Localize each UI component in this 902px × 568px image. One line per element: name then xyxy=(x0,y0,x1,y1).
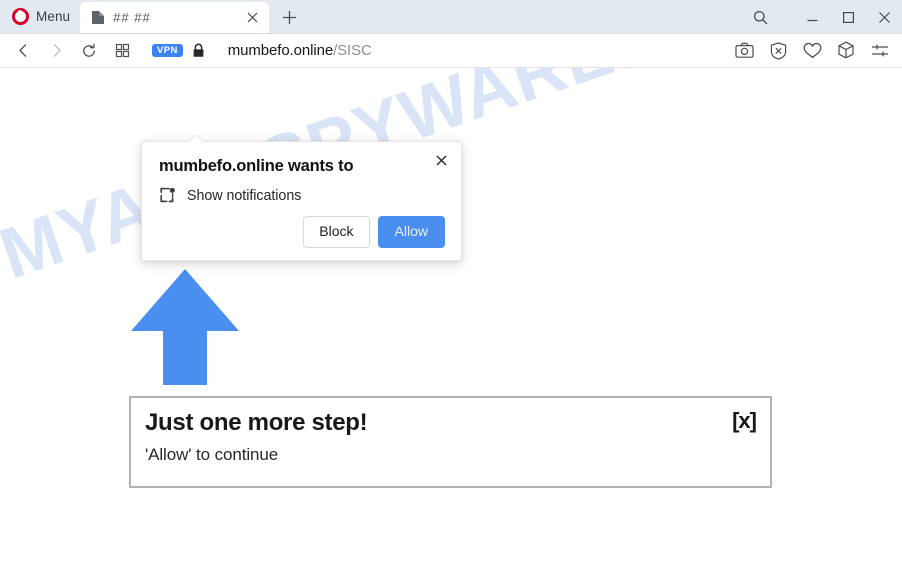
popup-caret xyxy=(190,135,204,142)
notice-title: Just one more step! xyxy=(145,409,368,436)
minimize-icon[interactable] xyxy=(794,0,830,34)
new-tab-button[interactable] xyxy=(276,4,302,30)
notice-close-button[interactable]: [x] xyxy=(732,410,757,432)
cube-extensions-icon[interactable] xyxy=(835,40,857,62)
url-host: mumbefo.online xyxy=(227,42,334,59)
notice-header: Just one more step! [x] xyxy=(145,409,757,436)
notification-bell-icon xyxy=(159,187,176,204)
snapshot-camera-icon[interactable] xyxy=(733,40,755,62)
notice-subtitle: 'Allow' to continue xyxy=(145,445,279,465)
search-icon[interactable] xyxy=(740,0,780,34)
nav-right-buttons xyxy=(733,40,902,62)
grid-squares-icon[interactable] xyxy=(107,36,137,66)
padlock-icon[interactable] xyxy=(192,43,206,59)
url-path: /SISC xyxy=(333,42,372,59)
nav-left-buttons xyxy=(0,36,137,66)
popup-close-icon[interactable] xyxy=(430,149,452,171)
notification-permission-popup: mumbefo.online wants to Show notificatio… xyxy=(141,141,462,261)
close-icon[interactable] xyxy=(866,0,902,34)
tabstrip: ## ## xyxy=(80,0,302,33)
page-viewport: MYANTISPYWARE.COM Just one more step! [x… xyxy=(0,68,902,568)
browser-tab[interactable]: ## ## xyxy=(80,2,270,33)
blue-up-arrow xyxy=(129,267,241,387)
ad-blocker-shield-icon[interactable] xyxy=(767,40,789,62)
popup-actions: Block Allow xyxy=(303,215,445,248)
document-icon xyxy=(91,10,105,25)
back-arrow-icon[interactable] xyxy=(8,36,38,66)
easy-setup-sliders-icon[interactable] xyxy=(869,40,891,62)
tab-close-icon[interactable] xyxy=(243,9,261,27)
heart-favorites-icon[interactable] xyxy=(801,40,823,62)
window-controls xyxy=(740,0,902,34)
address-bar[interactable]: VPN mumbefo.online/SISC xyxy=(137,36,733,66)
navigation-bar: VPN mumbefo.online/SISC xyxy=(0,34,902,68)
forward-arrow-icon[interactable] xyxy=(41,36,71,66)
block-button[interactable]: Block xyxy=(303,215,370,248)
notice-box: Just one more step! [x] 'Allow' to conti… xyxy=(129,396,772,488)
popup-title: mumbefo.online wants to xyxy=(159,157,354,175)
opera-browser-window: Menu ## ## VPN mumbefo.online/SISC Just … xyxy=(0,0,902,568)
opera-menu-label: Menu xyxy=(36,8,71,24)
allow-button[interactable]: Allow xyxy=(377,215,445,248)
maximize-icon[interactable] xyxy=(830,0,866,34)
popup-permission-label: Show notifications xyxy=(187,187,302,204)
vpn-badge[interactable]: VPN xyxy=(152,43,183,58)
tab-title: ## ## xyxy=(113,10,151,25)
opera-logo-icon xyxy=(12,7,29,25)
popup-permission-row: Show notifications xyxy=(159,187,445,204)
url-text[interactable]: mumbefo.online/SISC xyxy=(228,42,372,59)
opera-menu-button[interactable]: Menu xyxy=(0,0,80,33)
titlebar: Menu ## ## xyxy=(0,0,902,34)
reload-icon[interactable] xyxy=(74,36,104,66)
